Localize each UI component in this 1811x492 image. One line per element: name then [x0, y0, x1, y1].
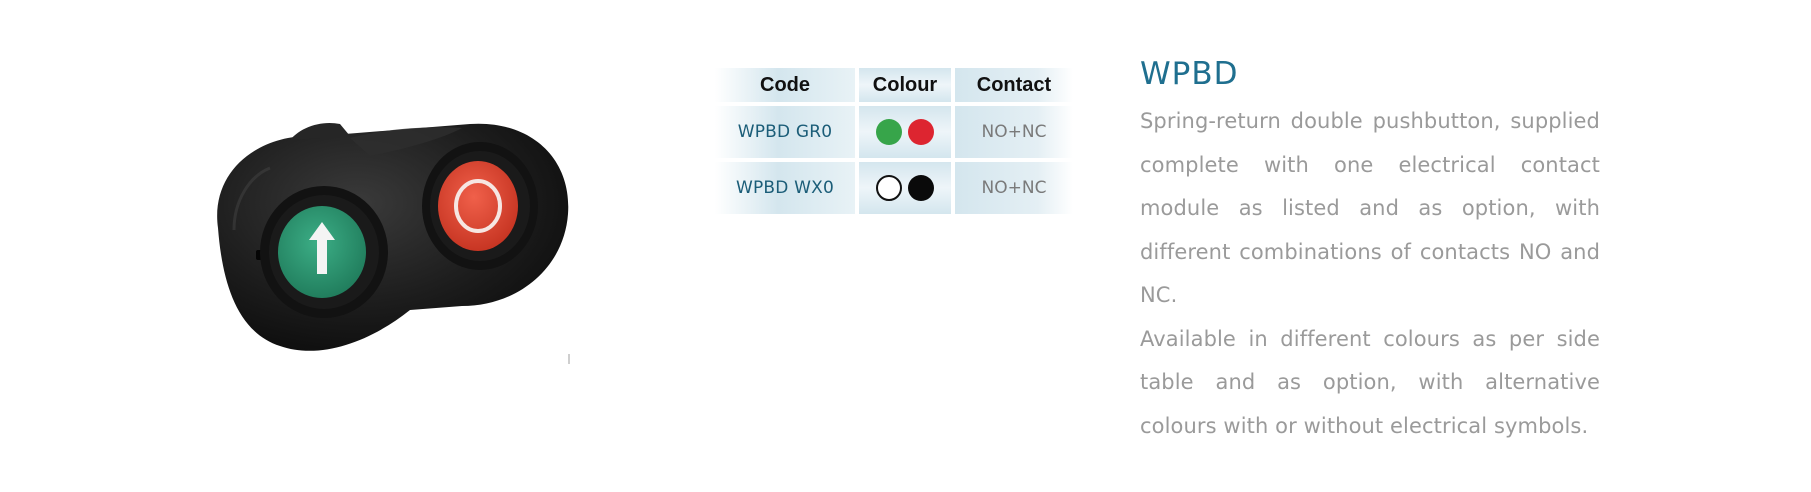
description-paragraph: Available in different colours as per si… — [1140, 326, 1600, 438]
green-push-button — [260, 186, 388, 318]
table-row: WPBD GR0 NO+NC — [715, 106, 1073, 158]
product-title: WPBD — [1140, 56, 1239, 92]
colour-swatches — [859, 162, 951, 214]
colour-dot — [908, 119, 934, 145]
colour-dot — [876, 175, 902, 201]
product-image — [200, 110, 600, 390]
red-push-button — [422, 142, 538, 270]
colour-swatches — [859, 106, 951, 158]
product-code: WPBD WX0 — [715, 162, 855, 214]
header-code: Code — [715, 68, 855, 102]
contact-type: NO+NC — [955, 106, 1073, 158]
description-paragraph: Spring-return double pushbutton, supplie… — [1140, 109, 1600, 307]
product-code: WPBD GR0 — [715, 106, 855, 158]
product-code-table: Code Colour Contact WPBD GR0 NO+NC WPBD … — [711, 64, 1077, 218]
colour-dot — [876, 119, 902, 145]
header-colour: Colour — [859, 68, 951, 102]
contact-type: NO+NC — [955, 162, 1073, 214]
product-description: WPBD Spring-return double pushbutton, su… — [1140, 56, 1600, 448]
header-contact: Contact — [955, 68, 1073, 102]
table-header-row: Code Colour Contact — [715, 68, 1073, 102]
table-row: WPBD WX0 NO+NC — [715, 162, 1073, 214]
colour-dot — [908, 175, 934, 201]
